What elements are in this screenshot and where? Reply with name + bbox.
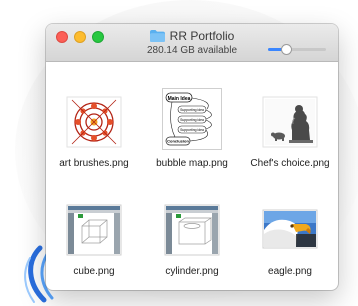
file-name-label: Chef's choice.png bbox=[250, 158, 330, 169]
bubble-map-support-2: Supporting idea bbox=[180, 118, 204, 122]
file-item-eagle[interactable]: eagle.png bbox=[242, 204, 338, 284]
file-name-label: eagle.png bbox=[268, 266, 312, 277]
bubble-map-support-1: Supporting idea bbox=[180, 108, 204, 112]
bubble-map-main-text: Main Idea bbox=[168, 96, 191, 102]
file-item-art-brushes[interactable]: art brushes.png bbox=[46, 96, 142, 176]
file-item-chefs-choice[interactable]: Chef's choice.png bbox=[242, 96, 338, 176]
folder-icon bbox=[149, 30, 165, 42]
file-name-label: cube.png bbox=[73, 266, 115, 277]
window-title-text: RR Portfolio bbox=[169, 29, 235, 43]
bubble-map-conclusion-text: Conclusion bbox=[167, 139, 189, 144]
bubble-map-diagram: Main Idea Supporting idea Supporting ide… bbox=[165, 92, 212, 146]
icon-size-slider[interactable] bbox=[268, 44, 326, 55]
window-title: RR Portfolio bbox=[46, 29, 338, 43]
bubble-map-support-3: Supporting idea bbox=[180, 128, 204, 132]
title-bar[interactable]: RR Portfolio 280.14 GB available bbox=[46, 24, 338, 62]
cube-thumbnail bbox=[66, 204, 122, 256]
file-grid: art brushes.png Main Idea Supporting ide… bbox=[46, 62, 338, 290]
file-item-cube[interactable]: cube.png bbox=[46, 204, 142, 284]
file-name-label: cylinder.png bbox=[165, 266, 219, 277]
file-item-bubble-map[interactable]: Main Idea Supporting idea Supporting ide… bbox=[144, 88, 240, 176]
file-name-label: art brushes.png bbox=[59, 158, 129, 169]
finder-window: RR Portfolio 280.14 GB available art bru… bbox=[46, 24, 338, 290]
chefs-choice-thumbnail bbox=[262, 96, 318, 148]
bubble-map-thumbnail: Main Idea Supporting idea Supporting ide… bbox=[162, 88, 222, 150]
file-item-cylinder[interactable]: cylinder.png bbox=[144, 204, 240, 284]
icon-size-slider-knob[interactable] bbox=[281, 44, 292, 55]
eagle-thumbnail bbox=[262, 209, 318, 249]
file-name-label: bubble map.png bbox=[156, 158, 228, 169]
cylinder-thumbnail bbox=[164, 204, 220, 256]
art-brushes-thumbnail bbox=[66, 96, 122, 148]
